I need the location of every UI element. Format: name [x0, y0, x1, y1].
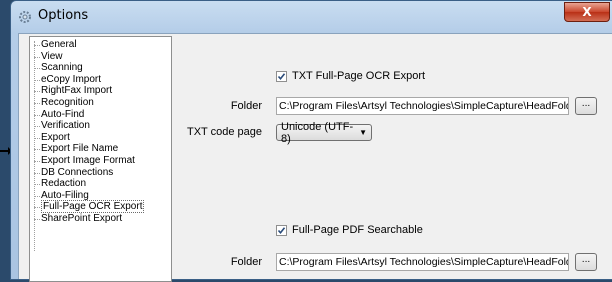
title-bar[interactable]: Options X — [11, 1, 612, 33]
tree-item-label: SharePoint Export — [41, 212, 123, 224]
tree-item[interactable]: Verification — [30, 120, 171, 132]
tree-item[interactable]: Redaction — [30, 178, 171, 190]
txt-code-page-value: Unicode (UTF-8) — [281, 120, 354, 145]
pdf-searchable-checkbox-row[interactable]: Full-Page PDF Searchable — [276, 224, 423, 236]
tree-item-label: Verification — [41, 120, 90, 132]
txt-export-checkbox[interactable] — [276, 70, 287, 82]
txt-code-page-select[interactable]: Unicode (UTF-8) ▼ — [276, 121, 372, 145]
close-icon: X — [582, 5, 592, 19]
tree-item[interactable]: Export — [30, 132, 171, 144]
tree-item-label: Auto-Find — [41, 108, 85, 120]
txt-folder-browse-button[interactable]: ... — [575, 97, 597, 115]
tree-item-label: DB Connections — [41, 166, 114, 178]
tree-item-label: Export — [41, 131, 70, 143]
tree-item[interactable]: General — [30, 39, 171, 51]
options-tree[interactable]: General View Scanning eCopy Import RightFax … — [29, 36, 172, 282]
tree-item-label: Export File Name — [41, 143, 119, 155]
tree-item-label: Scanning — [41, 62, 83, 74]
pdf-folder-input[interactable]: C:\Program Files\Artsyl Technologies\Sim… — [276, 253, 569, 271]
tree-item-label: eCopy Import — [41, 73, 102, 85]
tree-item[interactable]: View — [30, 51, 171, 63]
pdf-searchable-checkbox[interactable] — [276, 224, 287, 236]
options-window: Options X General View Scanning eCopy Impor… — [10, 0, 612, 282]
tree-item[interactable]: Auto-Find — [30, 109, 171, 121]
dialog-client-area: General View Scanning eCopy Import RightFax … — [18, 33, 612, 282]
tree-item-label: Recognition — [41, 96, 94, 108]
tree-item-label: General — [41, 39, 77, 50]
tree-item[interactable]: Export File Name — [30, 143, 171, 155]
tree-item[interactable]: SharePoint Export — [30, 213, 171, 225]
pdf-folder-browse-button[interactable]: ... — [575, 253, 597, 271]
tree-item-label: RightFax Import — [41, 85, 113, 97]
pdf-searchable-label: Full-Page PDF Searchable — [292, 224, 423, 236]
tree-item[interactable]: Scanning — [30, 62, 171, 74]
tree-item[interactable]: RightFax Import — [30, 85, 171, 97]
txt-folder-input[interactable]: C:\Program Files\Artsyl Technologies\Sim… — [276, 97, 569, 115]
checkmark-icon — [277, 226, 286, 234]
tree-item[interactable]: eCopy Import — [30, 74, 171, 86]
close-button[interactable]: X — [564, 2, 610, 22]
tree-item-label: Redaction — [41, 178, 87, 190]
txt-folder-label: Folder — [230, 100, 262, 112]
txt-code-page-label: TXT code page — [186, 126, 262, 138]
pdf-folder-label: Folder — [230, 256, 262, 268]
gear-icon — [19, 11, 31, 23]
tree-item[interactable]: Recognition — [30, 97, 171, 109]
tree-item-label: Full-Page OCR Export — [41, 200, 145, 214]
tree-item[interactable]: Export Image Format — [30, 155, 171, 167]
tree-item-label: Export Image Format — [41, 154, 135, 166]
checkmark-icon — [277, 72, 286, 80]
tree-item-label: View — [41, 50, 63, 62]
window-title: Options — [38, 8, 89, 23]
tree-item[interactable]: DB Connections — [30, 167, 171, 179]
tree-item-label: Auto-Filing — [41, 189, 89, 201]
tree-item[interactable]: Full-Page OCR Export — [30, 200, 171, 214]
txt-export-label: TXT Full-Page OCR Export — [292, 70, 426, 82]
dropdown-arrow-icon: ▼ — [359, 128, 367, 137]
txt-export-checkbox-row[interactable]: TXT Full-Page OCR Export — [276, 70, 425, 82]
